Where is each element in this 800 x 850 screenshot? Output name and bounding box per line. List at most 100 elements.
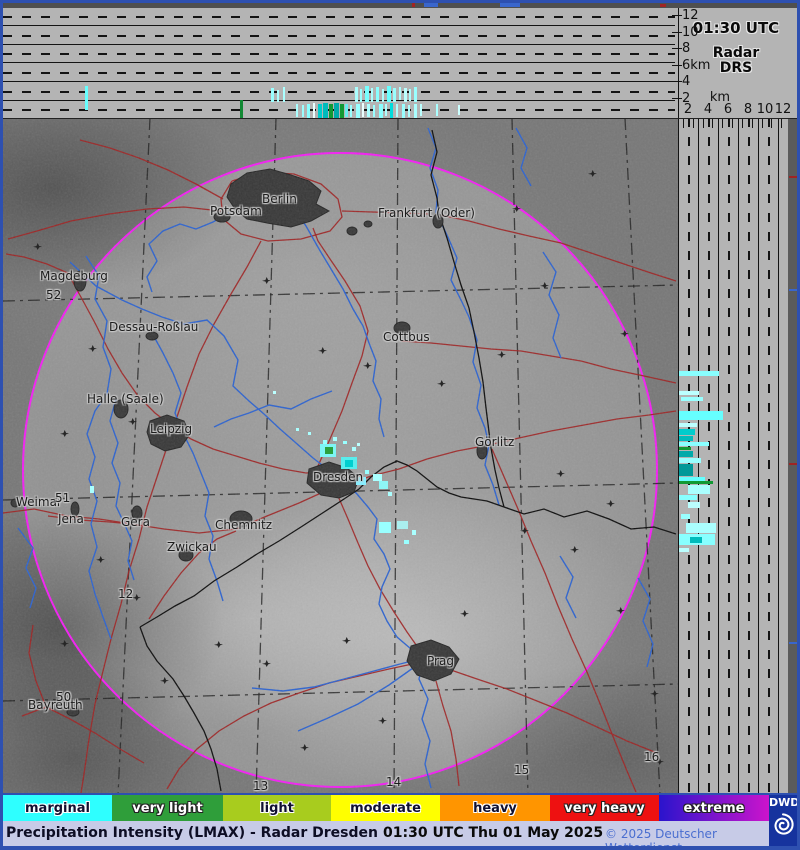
profile-echo-bar: [679, 481, 713, 484]
profile-echo-bar: [414, 104, 417, 118]
profile-echo-bar: [688, 502, 700, 508]
profile-gridline: [3, 100, 675, 101]
legend-segment: very light: [112, 795, 223, 821]
profile-echo-bar: [355, 87, 358, 102]
profile-echo-bar: [307, 104, 310, 118]
precip-echo: [323, 440, 327, 444]
map-label: Zwickau: [167, 540, 217, 554]
profile-echo-bar: [679, 411, 723, 420]
profile-echo-bar: [681, 397, 703, 401]
profile-echo-bar: [679, 548, 689, 552]
km-axis-tick-label: 4: [697, 102, 719, 117]
km-axis-tick: [781, 118, 782, 128]
profile-echo-bar: [436, 104, 438, 116]
profile-echo-bar: [679, 451, 693, 457]
profile-echo-bar: [681, 514, 690, 519]
profile-echo-bar: [387, 86, 391, 102]
profile-echo-bar: [350, 105, 352, 117]
graticule-parallel: [3, 684, 678, 701]
river-line: [18, 528, 36, 608]
status-bar: Precipitation Intensity (LMAX) - Radar D…: [3, 821, 769, 846]
profile-echo-bar: [404, 88, 407, 102]
profile-gridline: [738, 118, 739, 795]
urban-area: [364, 221, 372, 227]
km-axis-tick: [752, 118, 753, 128]
km-axis-tick: [722, 118, 723, 128]
legend-label: moderate: [350, 801, 421, 816]
map-label: Berlin: [262, 192, 297, 206]
profile-gridline: [3, 62, 675, 63]
profile-echo-bar: [296, 104, 298, 117]
profile-gridline: [778, 118, 779, 795]
profile-echo-bar: [313, 103, 315, 118]
map-label: Dresden: [313, 470, 363, 484]
profile-echo-bar: [283, 87, 285, 102]
map-right-margin: [788, 118, 797, 795]
road-line: [167, 663, 417, 789]
km-axis-tick-label: 6: [717, 102, 739, 117]
road-line: [401, 341, 676, 383]
profile-echo-bar: [679, 371, 719, 376]
profile-echo-bar: [302, 105, 304, 117]
profile-gridline-dashed: [3, 109, 675, 111]
product-title: Precipitation Intensity (LMAX) - Radar D…: [6, 825, 378, 841]
profile-echo-bar: [679, 464, 693, 476]
legend-segment: marginal: [3, 795, 112, 821]
height-axis-tick: [672, 15, 682, 16]
precip-echo: [296, 428, 299, 431]
precip-echo: [365, 470, 369, 474]
profile-gridline: [718, 118, 719, 795]
map-label: Dessau-Roßlau: [109, 320, 198, 334]
road-line: [8, 207, 221, 239]
map-label: Chemnitz: [215, 518, 272, 532]
profile-gridline: [698, 118, 699, 795]
profile-echo-bar: [382, 89, 384, 102]
dwd-logo[interactable]: DWD: [769, 795, 797, 846]
precip-echo: [308, 432, 311, 435]
profile-echo-bar: [390, 103, 393, 118]
road-line: [313, 228, 368, 466]
profile-echo-bar: [679, 447, 691, 450]
map-label: Jena: [58, 512, 84, 526]
range-height-profile-panel: [678, 118, 788, 795]
profile-echo-bar: [679, 495, 697, 500]
profile-echo-bar: [399, 87, 401, 100]
profile-gridline-dashed: [3, 16, 675, 18]
profile-echo-bar: [409, 89, 411, 101]
precip-echo: [333, 437, 337, 441]
legend-label: very heavy: [564, 801, 645, 816]
profile-echo-bar: [679, 458, 701, 463]
profile-echo-bar: [376, 87, 379, 102]
river-line: [543, 252, 561, 358]
height-axis-tick: [672, 98, 682, 99]
river-line: [147, 213, 229, 292]
precip-echo: [90, 486, 94, 493]
profile-echo-bar: [340, 104, 344, 118]
map-label: Prag: [427, 654, 454, 668]
profile-gridline-dashed: [768, 118, 770, 795]
precip-echo: [404, 540, 409, 544]
road-line: [436, 681, 459, 786]
profile-gridline-dashed: [3, 53, 675, 55]
profile-echo-bar: [362, 103, 364, 117]
height-axis-tick: [672, 81, 682, 82]
profile-echo-bar: [318, 104, 322, 118]
profile-echo-bar: [345, 104, 348, 117]
urban-area: [347, 227, 357, 235]
km-axis-tick: [771, 118, 772, 128]
map-fragment: [789, 642, 797, 644]
map-label: Potsdam: [210, 204, 262, 218]
km-axis-tick: [712, 118, 713, 128]
border-line: [504, 507, 676, 534]
river-line: [110, 399, 134, 580]
road-line: [440, 215, 676, 281]
map-label: Magdeburg: [40, 269, 108, 283]
km-axis-tick: [742, 118, 743, 128]
profile-echo-bar: [379, 104, 383, 118]
map-fragment: [424, 3, 438, 7]
height-axis-tick: [672, 32, 682, 33]
profile-echo-bar: [371, 88, 373, 102]
intensity-legend: marginalvery lightlightmoderateheavyvery…: [3, 795, 797, 821]
profile-echo-bar: [690, 537, 702, 543]
map-label: 15: [514, 763, 529, 777]
